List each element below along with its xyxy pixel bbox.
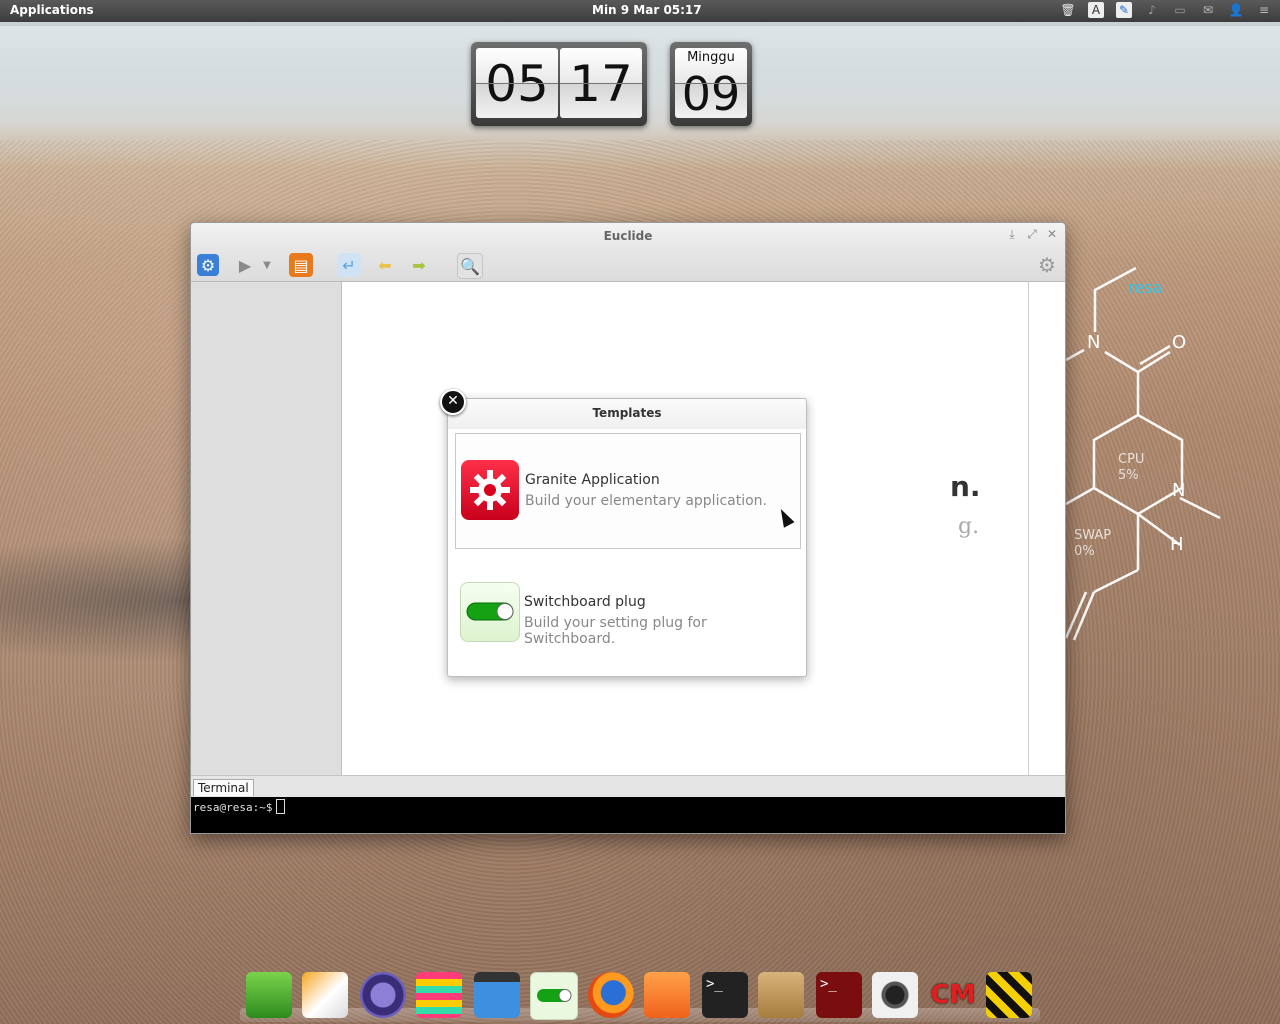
dock-paper-icon[interactable]: [302, 972, 348, 1018]
flip-clock-hours: 05: [476, 48, 558, 118]
close-icon[interactable]: ✕: [1045, 227, 1059, 241]
bottom-panel-tabs: Terminal: [191, 775, 1065, 798]
atom-n1: N: [1087, 332, 1101, 353]
terminal-cursor: [276, 799, 286, 814]
templates-popover: Templates Granite Application Build your…: [447, 398, 807, 677]
terminal-view[interactable]: resa@resa:~$: [191, 797, 1065, 833]
atom-n2: N: [1172, 480, 1186, 501]
text-icon[interactable]: A: [1088, 2, 1104, 18]
welcome-title-partial: n.: [950, 470, 981, 503]
flip-clock-day: Minggu 09: [670, 42, 752, 126]
top-panel: Applications Min 9 Mar 05:17 🗑 A ✎ ♪ ▭ ✉…: [0, 0, 1280, 22]
maximize-icon[interactable]: ⤢: [1025, 227, 1039, 242]
template-name: Switchboard plug: [524, 594, 646, 610]
dock-calculator-icon[interactable]: [758, 972, 804, 1018]
template-description: Build your setting plug for Switchboard.: [524, 615, 707, 647]
welcome-subtitle-partial: g.: [958, 514, 980, 539]
flip-clock-time: 05 17: [471, 42, 647, 126]
templates-title: Templates: [448, 399, 806, 429]
conky-user-label: resa: [1128, 278, 1163, 297]
dock-firefox-icon[interactable]: [588, 972, 634, 1018]
template-name: Granite Application: [525, 472, 660, 488]
template-description: Build your elementary application.: [525, 493, 767, 509]
dock-background: [240, 1008, 1040, 1022]
molecule-conky-widget: resa N O N H CPU 5% SWAP 0%: [1060, 260, 1280, 660]
project-settings-icon[interactable]: ⚙: [197, 254, 219, 276]
user-icon[interactable]: 👤: [1228, 2, 1244, 18]
atom-o: O: [1172, 332, 1187, 353]
dock-video-player-icon[interactable]: [474, 972, 520, 1018]
mail-icon[interactable]: ✉: [1200, 2, 1216, 18]
applications-menu[interactable]: Applications: [10, 3, 94, 17]
run-icon[interactable]: ▶: [233, 253, 257, 277]
undo-icon[interactable]: ⬅: [373, 253, 397, 277]
switchboard-toggle-icon: [460, 582, 520, 642]
terminal-prompt: resa@resa:~$: [193, 801, 273, 814]
day-name: Minggu: [687, 50, 735, 65]
search-icon[interactable]: ✎: [1116, 2, 1132, 18]
sound-icon[interactable]: ♪: [1144, 2, 1160, 18]
dock-eclipse-icon[interactable]: [360, 972, 406, 1018]
plank-dock: >_ >_ CM: [240, 968, 1040, 1022]
dock-software-center-icon[interactable]: [644, 972, 690, 1018]
flip-clock-minutes: 17: [560, 48, 642, 118]
trash-icon[interactable]: 🗑: [1060, 2, 1076, 18]
menu-icon[interactable]: ≡: [1256, 2, 1272, 18]
project-sidebar[interactable]: [191, 282, 342, 775]
molecule-diagram: [1064, 266, 1221, 641]
window-toolbar: ⚙ ▶ ▼ ▤ ↵ ⬅ ➡ 🔍 ⚙: [191, 249, 1065, 282]
dock-construction-icon[interactable]: [986, 972, 1032, 1018]
display-icon[interactable]: ▭: [1172, 2, 1188, 18]
new-line-icon[interactable]: ↵: [337, 253, 361, 277]
dock-terminal-icon[interactable]: >_: [702, 972, 748, 1018]
open-project-icon[interactable]: ▤: [289, 253, 313, 277]
granite-gear-icon: [461, 460, 519, 520]
panel-clock[interactable]: Min 9 Mar 05:17: [592, 3, 702, 17]
dock-switchboard-icon[interactable]: [530, 972, 578, 1020]
day-number: 09: [681, 67, 741, 121]
window-titlebar[interactable]: Euclide ⤓ ⤢ ✕: [191, 223, 1065, 249]
flip-clock-day-face: Minggu 09: [675, 48, 747, 121]
template-item-switchboard[interactable]: Switchboard plug Build your setting plug…: [455, 556, 799, 670]
minimize-icon[interactable]: ⤓: [1005, 227, 1019, 242]
tab-terminal[interactable]: Terminal: [193, 779, 254, 796]
run-dropdown-icon[interactable]: ▼: [261, 253, 273, 277]
popover-close-icon[interactable]: ✕: [440, 389, 466, 415]
search-icon[interactable]: 🔍: [457, 253, 483, 279]
template-item-granite[interactable]: Granite Application Build your elementar…: [455, 433, 801, 549]
right-panel: [1029, 282, 1065, 775]
cpu-readout: CPU 5%: [1118, 452, 1145, 483]
settings-gear-icon[interactable]: ⚙: [1035, 253, 1059, 277]
window-title: Euclide: [603, 229, 653, 243]
system-tray: 🗑 A ✎ ♪ ▭ ✉ 👤 ≡: [1060, 2, 1272, 18]
dock-stacks-icon[interactable]: [416, 972, 462, 1018]
dock-midori-icon[interactable]: [246, 972, 292, 1018]
redo-icon[interactable]: ➡: [407, 253, 431, 277]
atom-h: H: [1170, 534, 1184, 555]
dock-cm-icon[interactable]: CM: [930, 972, 976, 1018]
dock-terminal-red-icon[interactable]: >_: [816, 972, 862, 1018]
swap-readout: SWAP 0%: [1074, 528, 1112, 559]
dock-camera-icon[interactable]: [872, 972, 918, 1018]
